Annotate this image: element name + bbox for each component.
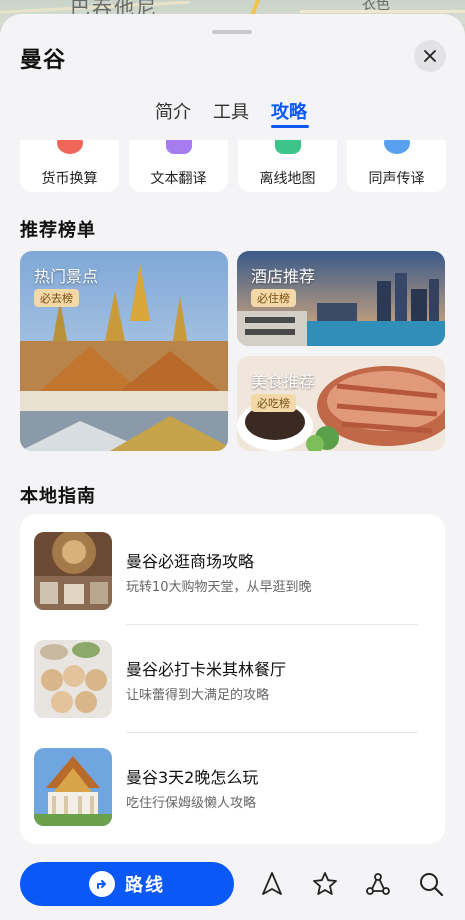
- divider: [126, 624, 418, 625]
- recommend-card-badge: 必去榜: [34, 289, 79, 307]
- guide-item-subtitle: 玩转10大购物天堂，从早逛到晚: [126, 580, 312, 595]
- divider: [126, 732, 418, 733]
- close-icon: [424, 50, 436, 62]
- recommend-card-badge: 必住榜: [251, 289, 296, 307]
- tool-label: 同声传译: [368, 171, 425, 187]
- recommend-card-badge: 必吃榜: [251, 394, 296, 412]
- guide-item-mall[interactable]: 曼谷必逛商场攻略 玩转10大购物天堂，从早逛到晚: [20, 528, 445, 612]
- sheet-grabber[interactable]: [212, 30, 252, 34]
- bottom-action-bar: 路线: [0, 860, 465, 920]
- guide-section-title: 本地指南: [20, 486, 96, 507]
- star-icon[interactable]: [311, 870, 339, 898]
- recommend-card-label: 热门景点: [34, 267, 99, 286]
- tool-label: 文本翻译: [150, 171, 207, 187]
- navigate-icon[interactable]: [258, 870, 286, 898]
- recommend-card-hotels[interactable]: 酒店推荐 必住榜: [237, 251, 445, 346]
- tab-active-indicator: [271, 125, 309, 128]
- close-button[interactable]: [414, 40, 446, 72]
- guide-item-restaurant[interactable]: 曼谷必打卡米其林餐厅 让味蕾得到大满足的攻略: [20, 636, 445, 720]
- tab-intro[interactable]: 简介: [155, 98, 191, 124]
- tool-translate[interactable]: 文本翻译: [129, 140, 228, 192]
- tool-label: 货币换算: [41, 171, 98, 187]
- tool-interpret[interactable]: 同声传译: [347, 140, 446, 192]
- recommend-card-food[interactable]: 美食推荐 必吃榜: [237, 356, 445, 451]
- tools-row: 货币换算 文本翻译 离线地图 同声传译: [0, 140, 465, 194]
- tool-offline-map[interactable]: 离线地图: [238, 140, 337, 192]
- offline-map-icon: [275, 140, 301, 154]
- guide-item-title: 曼谷必打卡米其林餐厅: [126, 660, 287, 679]
- tab-guide[interactable]: 攻略: [271, 98, 307, 124]
- page-title: 曼谷: [20, 48, 67, 73]
- guide-item-subtitle: 吃住行保姆级懒人攻略: [126, 796, 257, 811]
- guide-thumbnail: [34, 532, 112, 610]
- guide-thumbnail: [34, 640, 112, 718]
- route-arrow-icon: [89, 871, 115, 897]
- bottom-sheet: 曼谷 简介 工具 攻略 货币换算 文本翻译 离线地图 同声传译 推荐榜单 热门景…: [0, 14, 465, 920]
- guide-item-itinerary[interactable]: 曼谷3天2晚怎么玩 吃住行保姆级懒人攻略: [20, 744, 445, 828]
- recommend-card-label: 酒店推荐: [251, 267, 316, 286]
- interpret-icon: [384, 140, 410, 154]
- route-button[interactable]: 路线: [20, 862, 234, 906]
- map-place-label: 衣色: [362, 0, 390, 13]
- recommend-card-attractions[interactable]: 热门景点 必去榜: [20, 251, 228, 451]
- translate-icon: [166, 140, 192, 154]
- currency-icon: [57, 140, 83, 154]
- recommend-card-label: 美食推荐: [251, 372, 316, 391]
- tab-bar: 简介 工具 攻略: [0, 98, 465, 134]
- tab-tools[interactable]: 工具: [213, 98, 249, 124]
- tool-label: 离线地图: [259, 171, 316, 187]
- guide-item-title: 曼谷必逛商场攻略: [126, 552, 255, 571]
- tool-currency[interactable]: 货币换算: [20, 140, 119, 192]
- guide-item-subtitle: 让味蕾得到大满足的攻略: [126, 688, 270, 703]
- search-icon[interactable]: [417, 870, 445, 898]
- guide-list: 曼谷必逛商场攻略 玩转10大购物天堂，从早逛到晚 曼谷必打卡米其林餐厅 让味蕾得…: [20, 514, 445, 844]
- guide-item-title: 曼谷3天2晚怎么玩: [126, 768, 259, 787]
- route-button-label: 路线: [125, 875, 165, 896]
- guide-thumbnail: [34, 748, 112, 826]
- recommend-section-title: 推荐榜单: [20, 220, 96, 241]
- share-route-icon[interactable]: [364, 870, 392, 898]
